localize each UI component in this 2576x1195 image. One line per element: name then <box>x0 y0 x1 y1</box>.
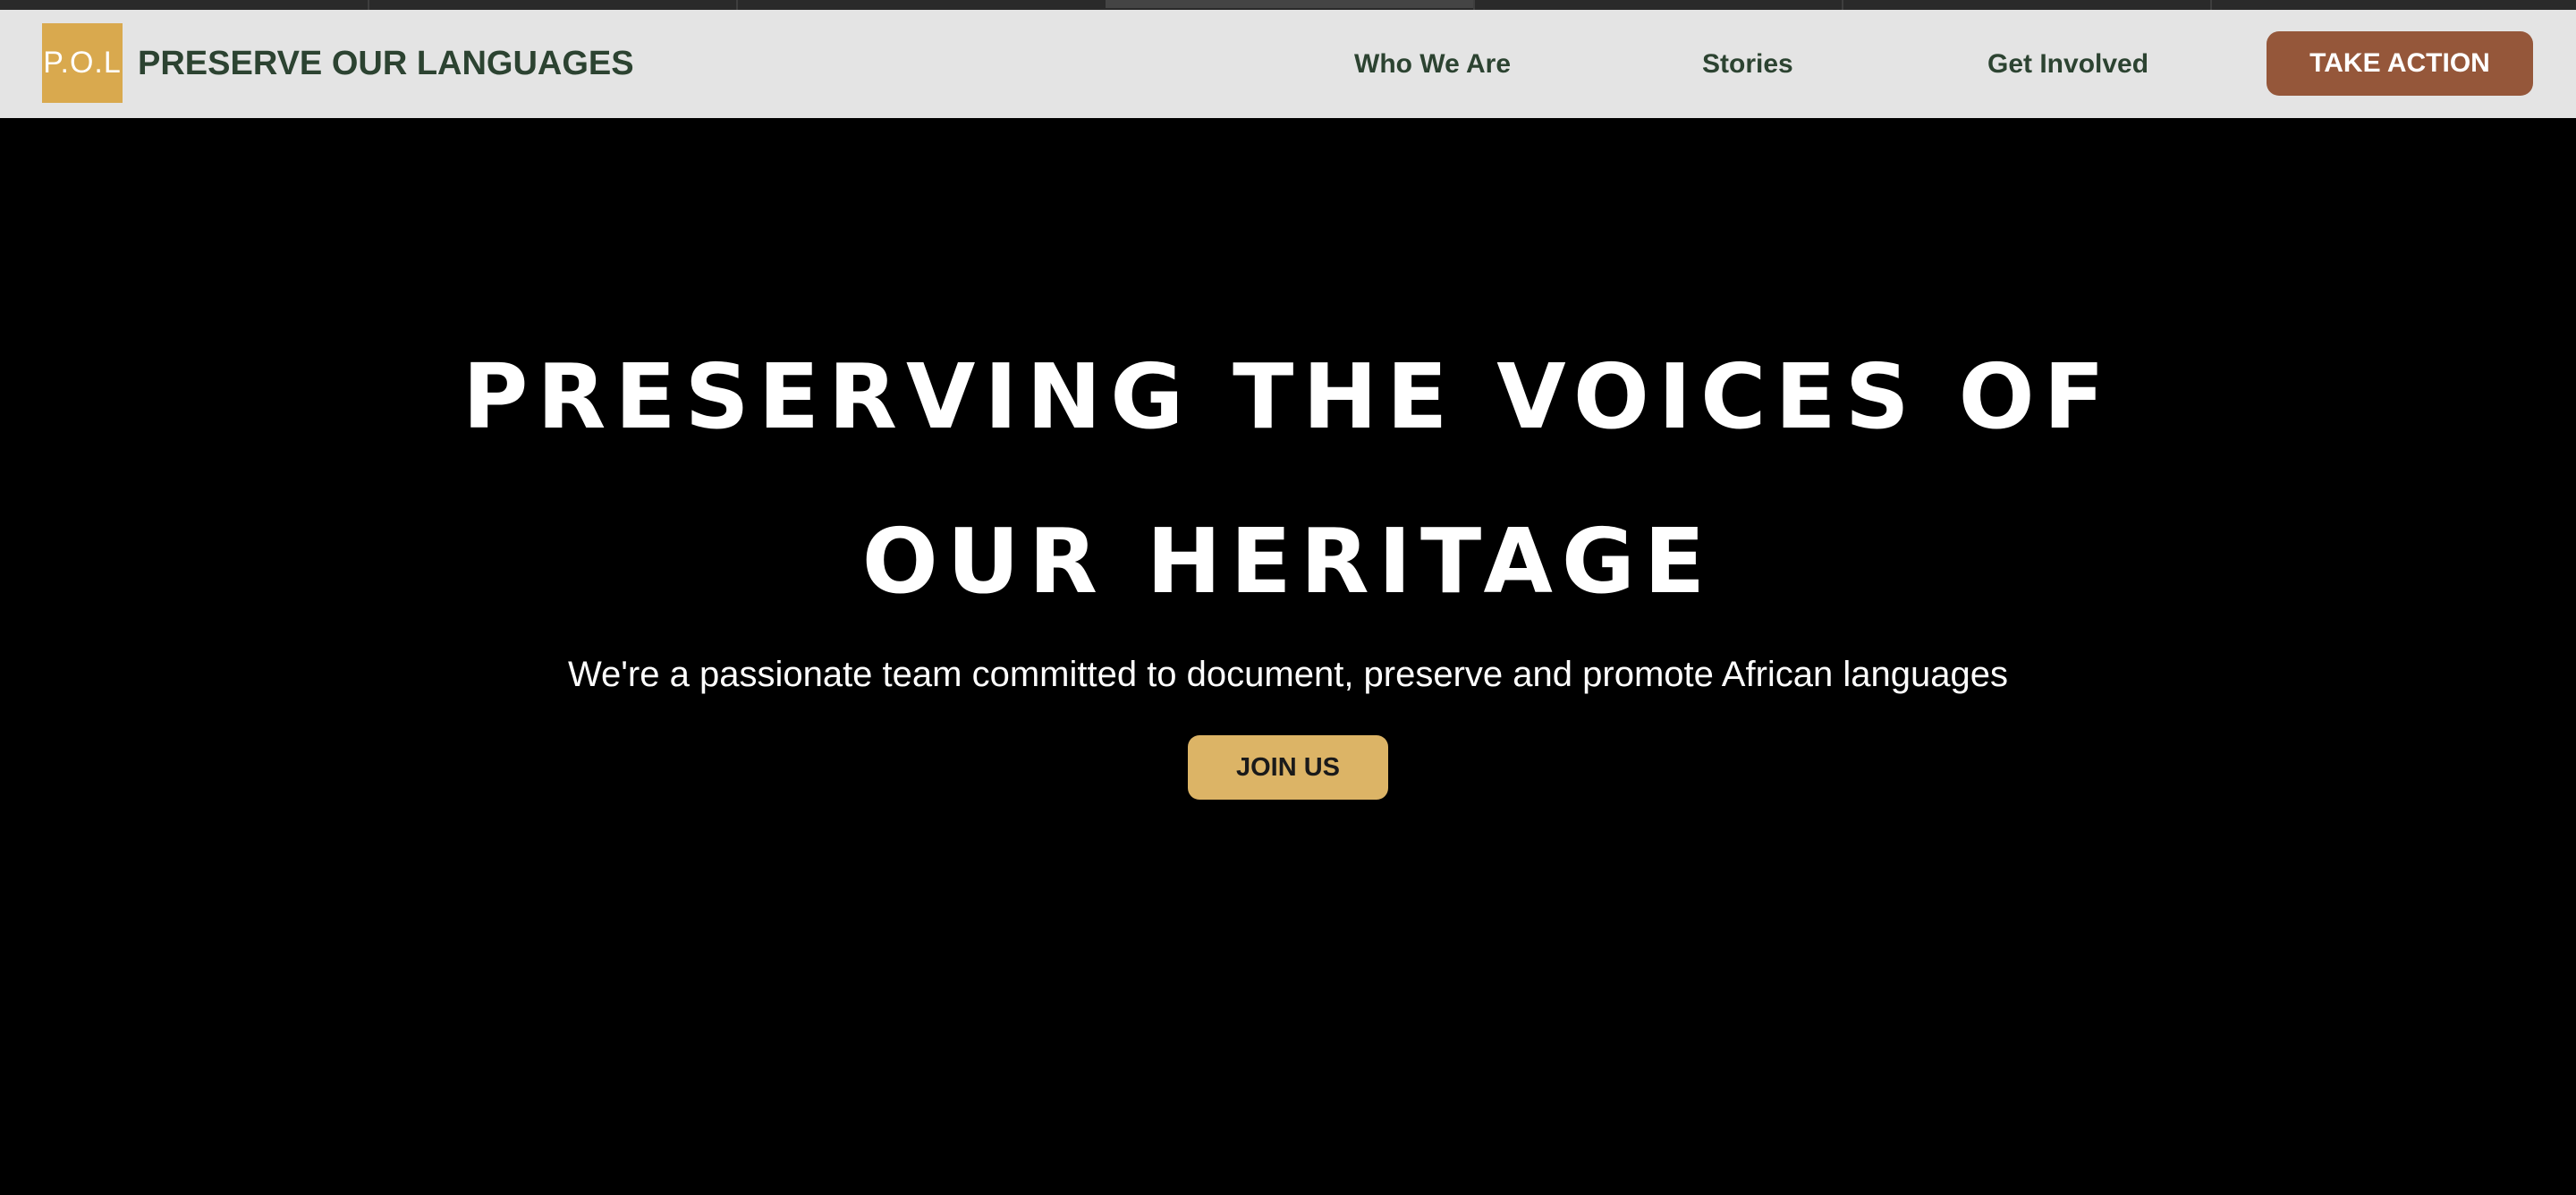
browser-tab-strip <box>0 0 2576 10</box>
tab-divider <box>2210 0 2212 10</box>
nav-link-who-we-are[interactable]: Who We Are <box>1354 10 1511 118</box>
take-action-button[interactable]: TAKE ACTION <box>2267 31 2533 96</box>
site-title[interactable]: PRESERVE OUR LANGUAGES <box>138 10 634 118</box>
hero-subtitle: We're a passionate team committed to doc… <box>568 655 2008 694</box>
hero-title: Preserving the voices of our heritage <box>394 315 2182 644</box>
site-header: P.O.L PRESERVE OUR LANGUAGES Who We Are … <box>0 10 2576 118</box>
browser-tab-active[interactable] <box>1106 0 1474 8</box>
join-us-button[interactable]: JOIN US <box>1188 735 1388 800</box>
tab-divider <box>1473 0 1475 10</box>
tab-divider <box>736 0 738 10</box>
hero-section: Preserving the voices of our heritage We… <box>0 118 2576 1195</box>
tab-divider <box>1842 0 1843 10</box>
logo[interactable]: P.O.L <box>42 23 123 103</box>
tab-divider <box>368 0 369 10</box>
hero-title-line-2: our heritage <box>861 509 1715 614</box>
hero-title-line-1: Preserving the voices of <box>462 344 2114 449</box>
nav-link-get-involved[interactable]: Get Involved <box>1987 10 2148 118</box>
nav-link-stories[interactable]: Stories <box>1702 10 1793 118</box>
